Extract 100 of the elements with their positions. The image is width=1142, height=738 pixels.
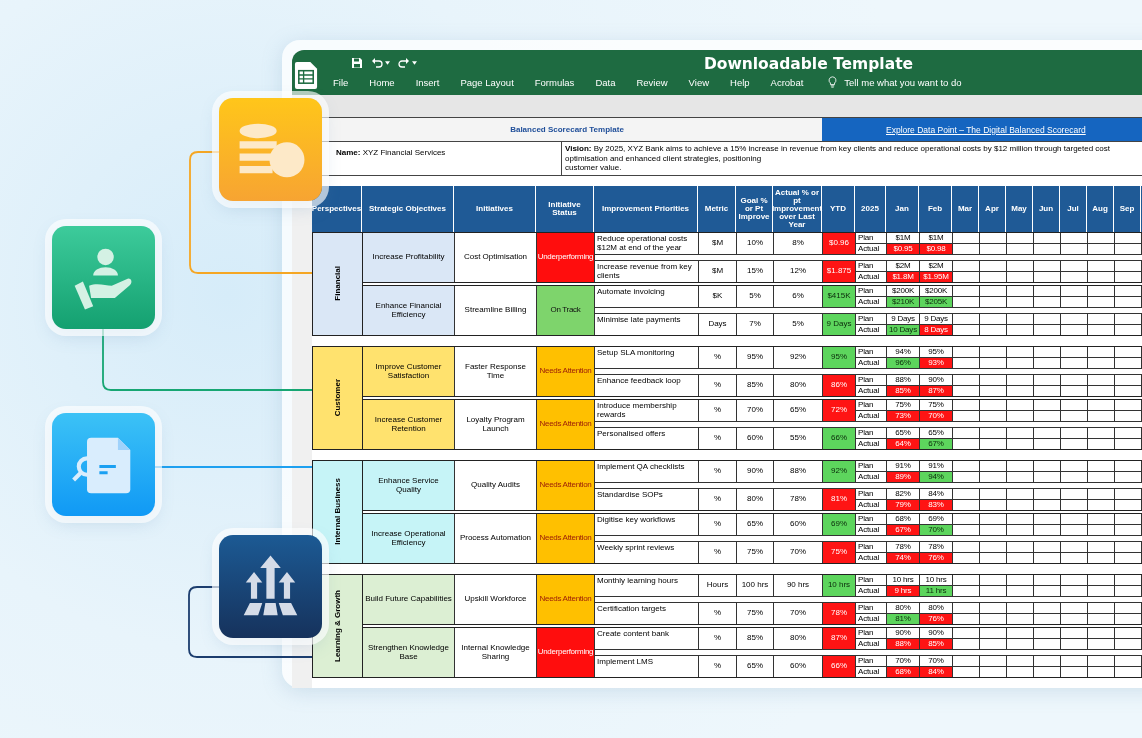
perspective-cell: Financial <box>313 232 363 335</box>
menu-item[interactable]: Acrobat <box>770 76 804 88</box>
goal-cell: 70% <box>737 399 774 421</box>
objective-cell: Increase Customer Retention <box>363 399 455 449</box>
metric-cell: % <box>699 655 737 677</box>
column-header: Apr <box>979 185 1006 232</box>
column-header: Metric <box>698 185 736 232</box>
row-label: Actual <box>857 438 881 449</box>
coins-icon <box>219 98 322 201</box>
spreadsheet-icon[interactable] <box>294 61 319 90</box>
actual-value: 85% <box>887 385 919 396</box>
lightbulb-icon[interactable] <box>828 76 838 88</box>
priority-cell: Weekly sprint reviews <box>595 541 699 563</box>
redo-icon[interactable] <box>398 57 410 69</box>
menu-item[interactable]: Formulas <box>534 76 575 88</box>
plan-value: $200K <box>887 285 919 297</box>
metric-cell: % <box>699 346 737 368</box>
priority-cell: Implement QA checklists <box>595 460 699 482</box>
objective-cell: Increase Profitability <box>363 232 455 282</box>
row-label: Actual <box>857 296 881 307</box>
actual-value: 89% <box>887 471 919 482</box>
menu-item[interactable]: File <box>333 76 349 88</box>
hand-person-icon <box>52 226 155 329</box>
menu-item[interactable]: Review <box>636 76 668 88</box>
row-label: Plan <box>856 374 886 386</box>
plan-value: $200K <box>920 285 952 297</box>
metric-cell: % <box>699 488 737 510</box>
row-label: Plan <box>856 627 886 639</box>
objective-cell: Improve Customer Satisfaction <box>363 346 455 396</box>
row-label: Actual <box>857 499 881 510</box>
save-icon[interactable] <box>351 57 363 69</box>
menu-item[interactable]: Data <box>595 76 616 88</box>
row-label: Plan <box>856 655 886 667</box>
row-label: Plan <box>856 460 886 472</box>
objective-cell: Enhance Financial Efficiency <box>363 285 455 335</box>
plan-value: $1M <box>887 232 919 244</box>
menu-item[interactable]: View <box>688 76 710 88</box>
plan-value: $1M <box>920 232 952 244</box>
ytd-cell: 78% <box>823 602 856 624</box>
ytd-cell: 66% <box>823 427 856 449</box>
row-label: Actual <box>857 638 881 649</box>
row-label: Actual <box>857 324 881 335</box>
actual-value: 74% <box>887 552 919 563</box>
menu-item[interactable]: Home <box>369 76 395 88</box>
goal-cell: 95% <box>737 346 774 368</box>
plan-value: 80% <box>887 602 919 614</box>
row-label: Actual <box>857 357 881 368</box>
plan-value: 94% <box>887 346 919 358</box>
actual-value: 81% <box>887 613 919 624</box>
metric-cell: $K <box>699 285 737 307</box>
plan-value: 9 Days <box>920 313 952 325</box>
row-label: Plan <box>856 346 886 358</box>
caret-icon[interactable] <box>412 61 417 65</box>
ytd-cell: 86% <box>823 374 856 396</box>
document-search-icon <box>52 413 155 516</box>
status-cell: Needs Attention <box>537 399 595 449</box>
goal-cell: 15% <box>737 260 774 282</box>
column-header: Mar <box>952 185 979 232</box>
column-header: Sep <box>1114 185 1141 232</box>
actual-value: 79% <box>887 499 919 510</box>
status-cell: Underperforming <box>537 232 595 282</box>
priority-cell: Minimise late payments <box>595 313 699 335</box>
row-label: Plan <box>856 232 886 244</box>
plan-value: 82% <box>887 488 919 500</box>
actual-value: 76% <box>920 552 952 563</box>
ytd-cell: $1.875 <box>823 260 856 282</box>
column-header: 2025 <box>855 185 886 232</box>
row-label: Plan <box>856 260 886 272</box>
row-label: Actual <box>857 585 881 596</box>
metric-cell: % <box>699 602 737 624</box>
metric-cell: % <box>699 627 737 649</box>
goal-cell: 75% <box>737 541 774 563</box>
perspective-cell: Internal Business <box>313 460 363 563</box>
actual-value: $0.98 <box>920 243 952 254</box>
actual-value: 11 hrs <box>920 585 952 596</box>
tell-me-search[interactable]: Tell me what you want to do <box>844 76 962 88</box>
metric-cell: % <box>699 427 737 449</box>
menu-item[interactable]: Page Layout <box>460 76 514 88</box>
ytd-cell: 10 hrs <box>823 574 856 596</box>
plan-value: 90% <box>920 627 952 639</box>
objective-cell: Strengthen Knowledge Base <box>363 627 455 677</box>
column-header: Initiative Status <box>536 185 594 232</box>
row-label: Actual <box>857 552 881 563</box>
actual-value: 67% <box>887 524 919 535</box>
caret-icon[interactable] <box>385 61 390 65</box>
actual-value: 96% <box>887 357 919 368</box>
menu-item[interactable]: Insert <box>415 76 440 88</box>
scorecard-link[interactable]: Explore Data Point – The Digital Balanced Scorecard <box>822 118 1142 141</box>
plan-value: 70% <box>920 655 952 667</box>
actual-value: 8 Days <box>920 324 952 335</box>
menu-item[interactable]: Help <box>730 76 750 88</box>
row-label: Plan <box>856 602 886 614</box>
undo-icon[interactable] <box>371 57 383 69</box>
plan-value: 75% <box>887 399 919 411</box>
plan-value: 90% <box>887 627 919 639</box>
plan-value: 95% <box>920 346 952 358</box>
goal-cell: 85% <box>737 374 774 396</box>
column-header: Jan <box>886 185 919 232</box>
priority-cell: Standardise SOPs <box>595 488 699 510</box>
actual-value: 85% <box>920 638 952 649</box>
